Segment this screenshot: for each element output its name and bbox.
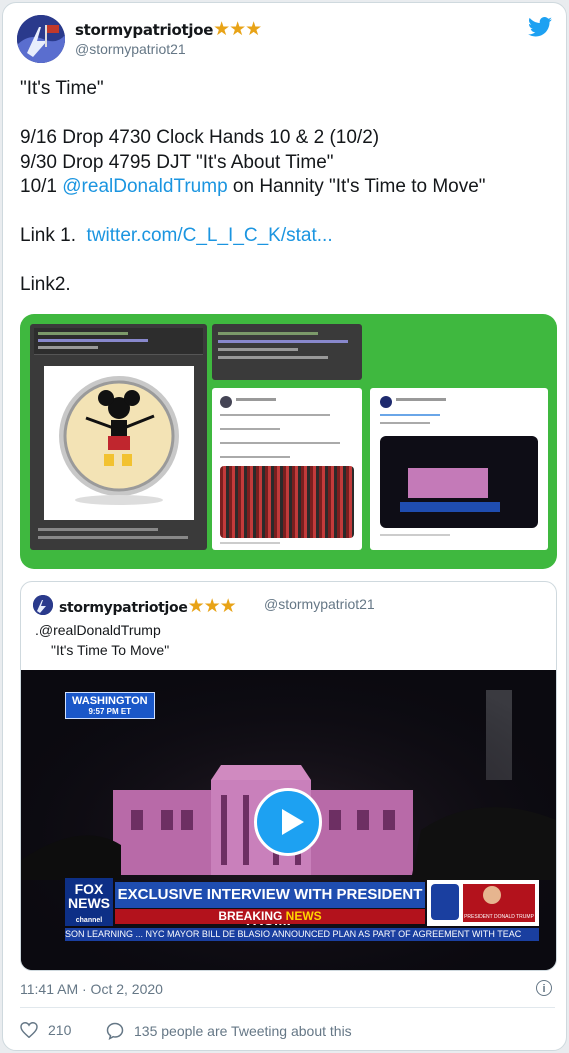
heart-icon [20, 1022, 38, 1038]
mention-link[interactable]: @realDonaldTrump [62, 176, 227, 197]
tweet-text: "It's Time" 9/16 Drop 4730 Clock Hands 1… [20, 77, 560, 298]
tweet-line-2: 9/16 Drop 4730 Clock Hands 10 & 2 (10/2) [20, 127, 380, 148]
tweet-card[interactable]: stormypatriotjoe★★★ @stormypatriot21 "It… [2, 2, 567, 1051]
quoted-author-name[interactable]: stormypatriotjoe★★★ [59, 595, 237, 617]
breaking-text: BREAKING [218, 909, 286, 923]
twitter-bird-icon[interactable] [528, 17, 552, 37]
chyron: FOX NEWS channel EXCLUSIVE INTERVIEW WIT… [65, 878, 539, 941]
tweet-line-3: 9/30 Drop 4795 DJT "It's About Time" [20, 151, 334, 173]
fox-news-logo: FOX NEWS channel [65, 878, 113, 926]
author-name[interactable]: stormypatriotjoe★★★ [75, 18, 262, 40]
fox-logo-mid: NEWS [68, 895, 110, 911]
quoted-text-line-2: "It's Time To Move" [51, 642, 170, 658]
tweeting-about-button[interactable]: 135 people are Tweeting about this [106, 1022, 352, 1040]
avatar[interactable] [17, 15, 65, 63]
breaking-news-bar: BREAKING NEWS [115, 909, 425, 924]
media-image-crowd-tweet[interactable] [212, 388, 362, 550]
news-ticker: SON LEARNING ... NYC MAYOR BILL DE BLASI… [65, 928, 539, 941]
tweet-line-1: "It's Time" [20, 78, 104, 99]
like-button[interactable]: 210 [20, 1022, 71, 1038]
speech-bubble-icon [106, 1022, 124, 1040]
like-count: 210 [48, 1022, 72, 1038]
author-handle[interactable]: @stormypatriot21 [75, 41, 186, 57]
chyron-headline: EXCLUSIVE INTERVIEW WITH PRESIDENT TRUMP [115, 882, 425, 929]
tweet-line-4-suffix: on Hannity "It's Time to Move" [227, 176, 486, 197]
play-button-icon[interactable] [254, 788, 322, 856]
link1-url[interactable]: twitter.com/C_L_I_C_K/stat... [87, 225, 333, 246]
tweet-timestamp[interactable]: 11:41 AM · Oct 2, 2020 [20, 981, 163, 997]
media-image-clock[interactable] [30, 324, 207, 550]
link2-label: Link2. [20, 274, 71, 295]
quoted-author-stars: ★★★ [187, 595, 237, 617]
inset-caption: PRESIDENT DONALD TRUMP [463, 912, 535, 922]
location-text: WASHINGTON [72, 695, 148, 707]
quoted-tweet[interactable]: stormypatriotjoe★★★ @stormypatriot21 .@r… [20, 581, 557, 971]
link1-line: Link 1. twitter.com/C_L_I_C_K/stat... [20, 224, 560, 249]
media-image-whitehouse-tweet[interactable] [370, 388, 548, 550]
divider [20, 1007, 555, 1008]
trump-inset: PRESIDENT DONALD TRUMP [427, 880, 539, 926]
tweet-line-4: 10/1 @realDonaldTrump on Hannity "It's T… [20, 175, 560, 200]
quoted-text-line-1: .@realDonaldTrump [35, 622, 161, 638]
quoted-avatar[interactable] [33, 595, 53, 615]
fox-logo-bot: channel [75, 917, 103, 924]
info-icon[interactable]: i [536, 980, 552, 996]
quoted-author-name-text[interactable]: stormypatriotjoe [59, 600, 188, 616]
author-name-text[interactable]: stormypatriotjoe [75, 21, 213, 39]
location-bug: WASHINGTON 9:57 PM ET [65, 692, 155, 719]
location-time: 9:57 PM ET [88, 707, 132, 716]
link1-label: Link 1. [20, 225, 87, 246]
quoted-video[interactable]: WASHINGTON 9:57 PM ET FOX NEWS channel E… [21, 670, 556, 970]
news-text: NEWS [285, 909, 322, 923]
tweet-media[interactable] [20, 314, 557, 569]
media-image-drop[interactable] [212, 324, 362, 380]
author-stars: ★★★ [213, 18, 262, 40]
tweeting-text: 135 people are Tweeting about this [134, 1023, 352, 1039]
quoted-author-handle[interactable]: @stormypatriot21 [264, 596, 375, 612]
tweet-line-4-prefix: 10/1 [20, 176, 63, 197]
